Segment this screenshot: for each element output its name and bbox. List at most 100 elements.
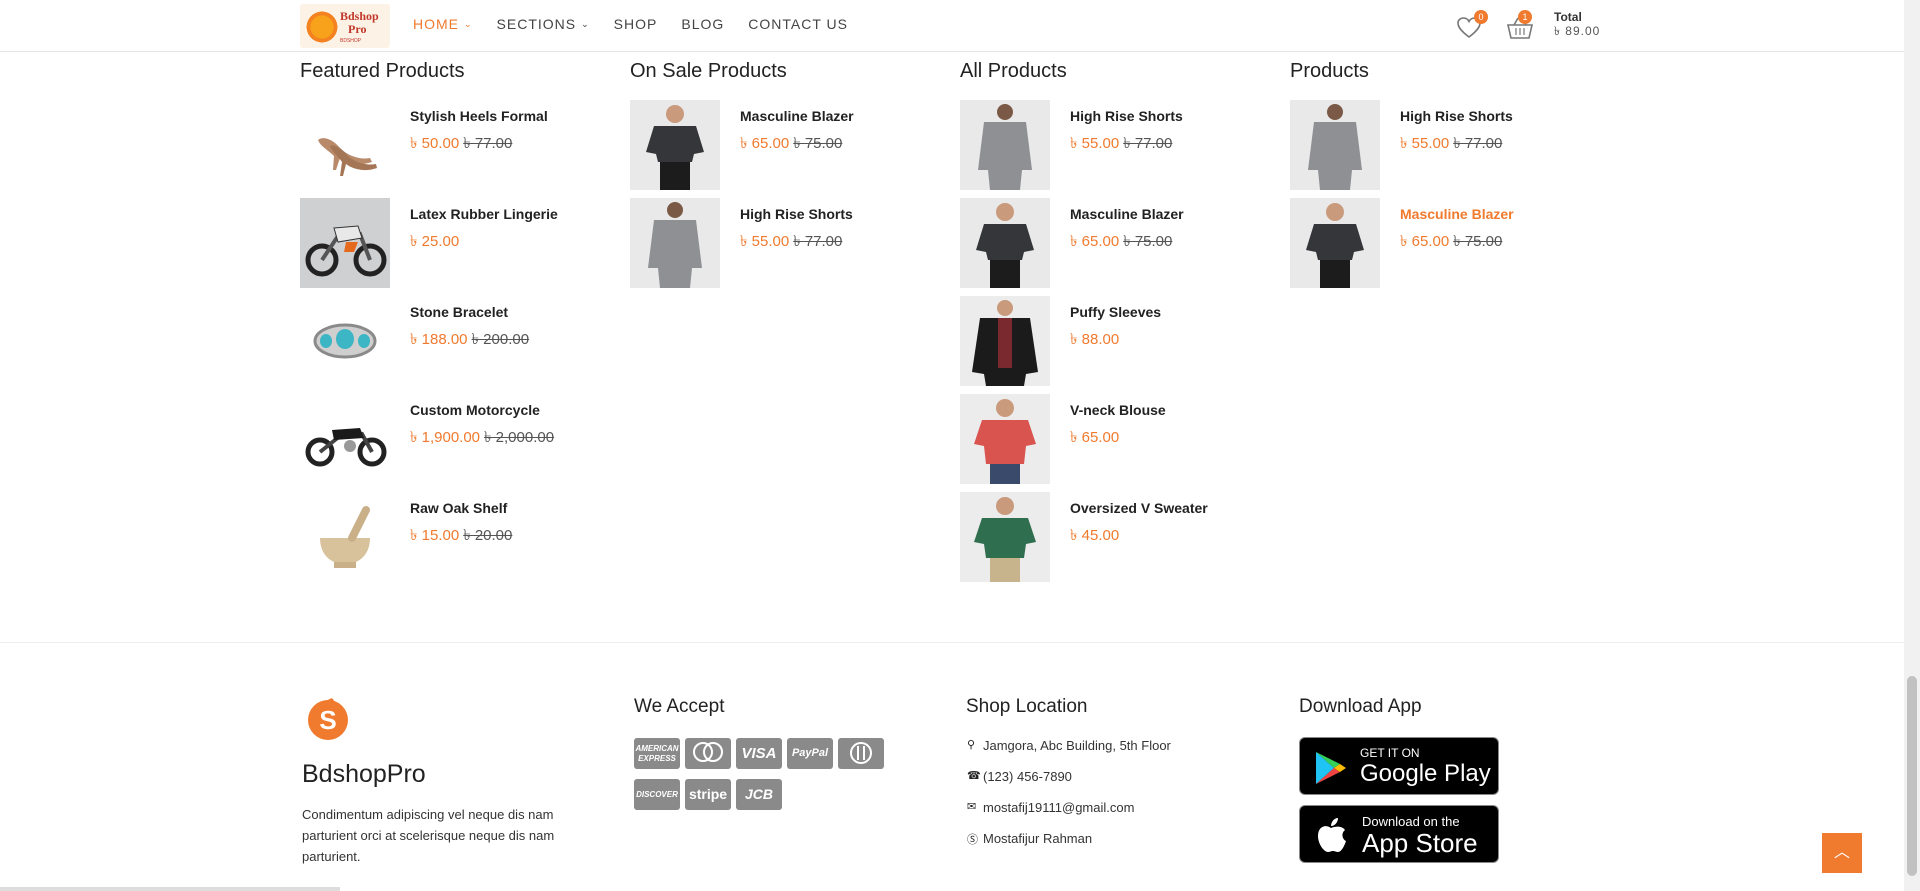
product-name[interactable]: Stone Bracelet xyxy=(410,304,508,320)
footer-divider xyxy=(0,642,1904,643)
product-item[interactable]: Custom Motorcycle ৳ 1,900.00 ৳ 2,000.00 xyxy=(300,394,600,492)
product-image-black-jacket[interactable] xyxy=(960,296,1050,386)
product-item[interactable]: Masculine Blazer ৳ 65.00 ৳ 75.00 xyxy=(1290,198,1590,296)
nav-sections[interactable]: SECTIONS ⌄ xyxy=(497,16,590,32)
product-name[interactable]: Raw Oak Shelf xyxy=(410,500,507,516)
product-prices: ৳ 45.00 xyxy=(1070,524,1119,549)
product-name[interactable]: Latex Rubber Lingerie xyxy=(410,206,558,222)
product-image-red-tee[interactable] xyxy=(960,394,1050,484)
page-scrollbar[interactable] xyxy=(1904,0,1920,891)
location-phone[interactable]: ☎ (123) 456-7890 xyxy=(967,769,1171,800)
cart-count-badge: 1 xyxy=(1518,10,1532,24)
product-image-grey-sweater[interactable] xyxy=(1290,100,1380,190)
product-old-price: ৳ 77.00 xyxy=(1453,135,1503,152)
product-old-price: ৳ 2,000.00 xyxy=(484,429,555,446)
product-item[interactable]: Raw Oak Shelf ৳ 15.00 ৳ 20.00 xyxy=(300,492,600,590)
product-price: ৳ 65.00 xyxy=(1400,233,1450,250)
product-price: ৳ 50.00 xyxy=(410,135,460,152)
nav-shop[interactable]: SHOP xyxy=(614,16,658,32)
product-image-motorbike[interactable] xyxy=(300,198,390,288)
page: Bdshop Pro BDSHOP HOME ⌄ SECTIONS ⌄ SHOP BL… xyxy=(0,0,1920,891)
product-item[interactable]: Puffy Sleeves ৳ 88.00 xyxy=(960,296,1260,394)
product-item[interactable]: Stylish Heels Formal ৳ 50.00 ৳ 77.00 xyxy=(300,100,600,198)
jcb-icon: JCB xyxy=(736,779,782,810)
featured-products-column: Featured Products Stylish Heels Formal ৳… xyxy=(300,60,600,590)
product-item[interactable]: Latex Rubber Lingerie ৳ 25.00 xyxy=(300,198,600,296)
product-item[interactable]: Oversized V Sweater ৳ 45.00 xyxy=(960,492,1260,590)
product-item[interactable]: V-neck Blouse ৳ 65.00 xyxy=(960,394,1260,492)
product-old-price: ৳ 77.00 xyxy=(463,135,513,152)
shop-location-title: Shop Location xyxy=(966,696,1088,717)
diners-icon xyxy=(838,738,884,769)
product-prices: ৳ 65.00 ৳ 75.00 xyxy=(740,132,842,157)
product-name[interactable]: High Rise Shorts xyxy=(740,206,853,222)
product-image-grey-sweater[interactable] xyxy=(630,198,720,288)
product-old-price: ৳ 75.00 xyxy=(793,135,843,152)
product-prices: ৳ 25.00 xyxy=(410,230,459,255)
cart-button[interactable]: 1 xyxy=(1506,10,1534,40)
product-old-price: ৳ 77.00 xyxy=(793,233,843,250)
product-prices: ৳ 65.00 ৳ 75.00 xyxy=(1070,230,1172,255)
wishlist-button[interactable]: 0 xyxy=(1456,10,1488,40)
product-item[interactable]: High Rise Shorts ৳ 55.00 ৳ 77.00 xyxy=(630,198,930,296)
product-item[interactable]: Masculine Blazer ৳ 65.00 ৳ 75.00 xyxy=(630,100,930,198)
product-price: ৳ 1,900.00 xyxy=(410,429,481,446)
google-play-button[interactable]: GET IT ON Google Play xyxy=(1299,737,1499,795)
product-name[interactable]: Masculine Blazer xyxy=(740,108,854,124)
google-play-big-text: Google Play xyxy=(1360,760,1491,787)
product-item[interactable]: Masculine Blazer ৳ 65.00 ৳ 75.00 xyxy=(960,198,1260,296)
product-image-green-tee[interactable] xyxy=(960,492,1050,582)
logo-sun-icon xyxy=(304,9,340,45)
footer-logo-icon[interactable]: S xyxy=(302,692,352,742)
location-skype[interactable]: Ⓢ Mostafijur Rahman xyxy=(967,831,1171,862)
product-name[interactable]: Custom Motorcycle xyxy=(410,402,540,418)
scrollbar-thumb[interactable] xyxy=(1907,676,1917,876)
app-store-button[interactable]: Download on the App Store xyxy=(1299,805,1499,863)
product-price: ৳ 55.00 xyxy=(1070,135,1120,152)
product-name[interactable]: Masculine Blazer xyxy=(1070,206,1184,222)
discover-icon: DISCOVER xyxy=(634,779,680,810)
product-name[interactable]: Oversized V Sweater xyxy=(1070,500,1208,516)
product-item[interactable]: High Rise Shorts ৳ 55.00 ৳ 77.00 xyxy=(1290,100,1590,198)
product-name[interactable]: Puffy Sleeves xyxy=(1070,304,1161,320)
nav-blog[interactable]: BLOG xyxy=(681,16,724,32)
product-price: ৳ 25.00 xyxy=(410,233,460,250)
product-item[interactable]: Stone Bracelet ৳ 188.00 ৳ 200.00 xyxy=(300,296,600,394)
we-accept-title: We Accept xyxy=(634,696,725,717)
product-old-price: ৳ 20.00 xyxy=(463,527,513,544)
nav-contact[interactable]: CONTACT US xyxy=(748,16,848,32)
footer-description: Condimentum adipiscing vel neque dis nam… xyxy=(302,807,555,864)
visa-icon: VISA xyxy=(736,738,782,769)
products-column: Products High Rise Shorts ৳ 55.00 ৳ 77.00… xyxy=(1290,60,1590,296)
column-title: On Sale Products xyxy=(630,60,787,82)
product-image-dark-tee[interactable] xyxy=(1290,198,1380,288)
column-title: Featured Products xyxy=(300,60,465,82)
product-name[interactable]: Masculine Blazer xyxy=(1400,206,1514,222)
product-image-bracelet[interactable] xyxy=(300,296,390,386)
product-image-heels[interactable] xyxy=(300,100,390,190)
product-prices: ৳ 65.00 xyxy=(1070,426,1119,451)
product-image-dark-tee[interactable] xyxy=(630,100,720,190)
site-logo[interactable]: Bdshop Pro BDSHOP xyxy=(300,4,390,48)
product-price: ৳ 55.00 xyxy=(1400,135,1450,152)
location-email[interactable]: ✉ mostafij19111@gmail.com xyxy=(967,800,1171,831)
wishlist-count-badge: 0 xyxy=(1474,10,1488,24)
product-name[interactable]: High Rise Shorts xyxy=(1070,108,1183,124)
amex-icon: AMERICAN EXPRESS xyxy=(634,738,680,769)
product-image-motorcycle[interactable] xyxy=(300,394,390,484)
product-name[interactable]: V-neck Blouse xyxy=(1070,402,1166,418)
chevron-up-icon: ︿ xyxy=(1833,844,1850,861)
stripe-icon: stripe xyxy=(685,779,731,810)
product-image-grey-sweater[interactable] xyxy=(960,100,1050,190)
product-price: ৳ 65.00 xyxy=(1070,233,1120,250)
scroll-to-top-button[interactable]: ︿ xyxy=(1822,833,1862,873)
svg-text:S: S xyxy=(319,705,336,735)
product-name[interactable]: High Rise Shorts xyxy=(1400,108,1513,124)
mastercard-icon xyxy=(685,738,731,769)
product-image-dark-tee[interactable] xyxy=(960,198,1050,288)
cart-total[interactable]: Total ৳ 89.00 xyxy=(1554,10,1600,38)
nav-home[interactable]: HOME ⌄ xyxy=(413,16,473,32)
product-name[interactable]: Stylish Heels Formal xyxy=(410,108,548,124)
product-item[interactable]: High Rise Shorts ৳ 55.00 ৳ 77.00 xyxy=(960,100,1260,198)
product-image-mortar[interactable] xyxy=(300,492,390,582)
